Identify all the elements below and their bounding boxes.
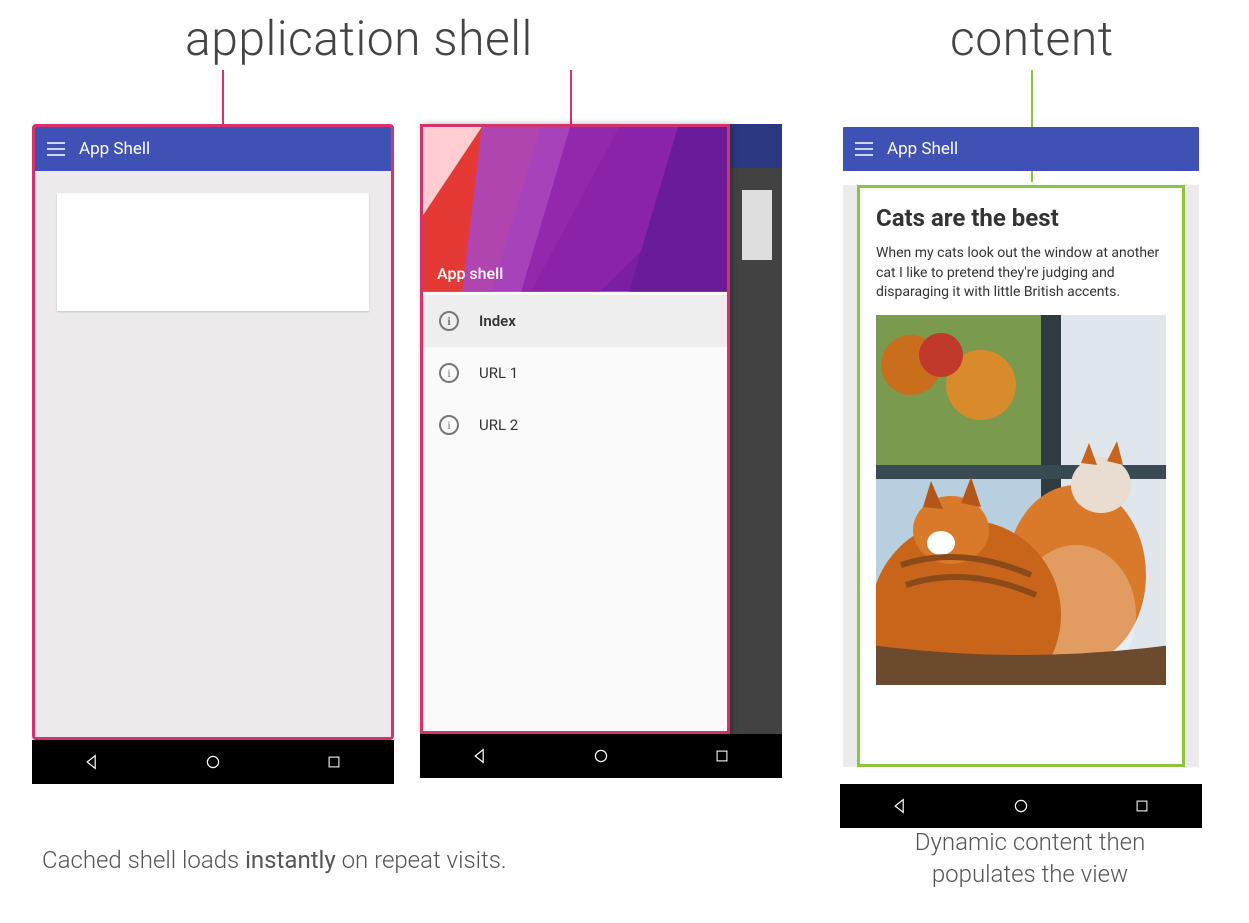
content-image-cats: [876, 315, 1166, 685]
caption-left-bold: instantly: [245, 846, 336, 874]
drawer-hero-title: App shell: [437, 264, 503, 283]
frame-pink: App Shell: [32, 124, 394, 740]
hamburger-icon[interactable]: [47, 142, 65, 156]
heading-content: content: [950, 10, 1114, 67]
connector-pink-right: [570, 70, 572, 126]
content-body-text: When my cats look out the window at anot…: [876, 244, 1166, 303]
connector-pink-left: [222, 70, 224, 126]
caption-left: Cached shell loads instantly on repeat v…: [42, 846, 507, 874]
nav-back-icon[interactable]: [82, 752, 102, 772]
drawer-hero: App shell: [423, 127, 727, 295]
appbar-title: App Shell: [887, 139, 958, 159]
android-navbar: [32, 740, 394, 784]
phone-app-shell-drawer: App shell i Index i URL 1 i URL 2: [420, 124, 782, 778]
appbar-title: App Shell: [79, 139, 150, 159]
hamburger-icon[interactable]: [855, 142, 873, 156]
content-card: Cats are the best When my cats look out …: [857, 185, 1185, 767]
phone-content: App Shell Cats are the best When my cats…: [840, 124, 1202, 828]
phone-app-shell-empty: App Shell: [32, 124, 394, 784]
nav-home-icon[interactable]: [591, 746, 611, 766]
heading-application-shell: application shell: [185, 10, 533, 67]
nav-recent-icon[interactable]: [712, 746, 732, 766]
content-frame: App Shell Cats are the best When my cats…: [840, 124, 1202, 784]
drawer-item-label: URL 1: [479, 364, 518, 382]
drawer-item-url2[interactable]: i URL 2: [423, 399, 727, 451]
nav-back-icon[interactable]: [890, 796, 910, 816]
drawer-item-label: Index: [479, 312, 516, 330]
info-icon: i: [439, 415, 459, 435]
drawer-item-label: URL 2: [479, 416, 518, 434]
caption-right: Dynamic content then populates the view: [860, 826, 1200, 891]
content-body: Cats are the best When my cats look out …: [843, 185, 1199, 767]
card-placeholder: [57, 193, 369, 311]
caption-left-suffix: on repeat visits.: [336, 846, 507, 874]
nav-recent-icon[interactable]: [1132, 796, 1152, 816]
info-icon: i: [439, 363, 459, 383]
info-icon: i: [439, 311, 459, 331]
caption-left-prefix: Cached shell loads: [42, 846, 245, 874]
android-navbar: [840, 784, 1202, 828]
nav-drawer: App shell i Index i URL 1 i URL 2: [420, 124, 730, 734]
appbar: App Shell: [843, 127, 1199, 171]
drawer-backdrop: App shell i Index i URL 1 i URL 2: [420, 124, 782, 734]
drawer-item-url1[interactable]: i URL 1: [423, 347, 727, 399]
content-title: Cats are the best: [876, 204, 1166, 232]
nav-home-icon[interactable]: [1011, 796, 1031, 816]
dimmed-appbar: [730, 124, 782, 168]
android-navbar: [420, 734, 782, 778]
shell-body: [35, 171, 391, 737]
dimmed-card: [742, 190, 772, 260]
nav-back-icon[interactable]: [470, 746, 490, 766]
drawer-item-index[interactable]: i Index: [423, 295, 727, 347]
nav-home-icon[interactable]: [203, 752, 223, 772]
appbar: App Shell: [35, 127, 391, 171]
nav-recent-icon[interactable]: [324, 752, 344, 772]
